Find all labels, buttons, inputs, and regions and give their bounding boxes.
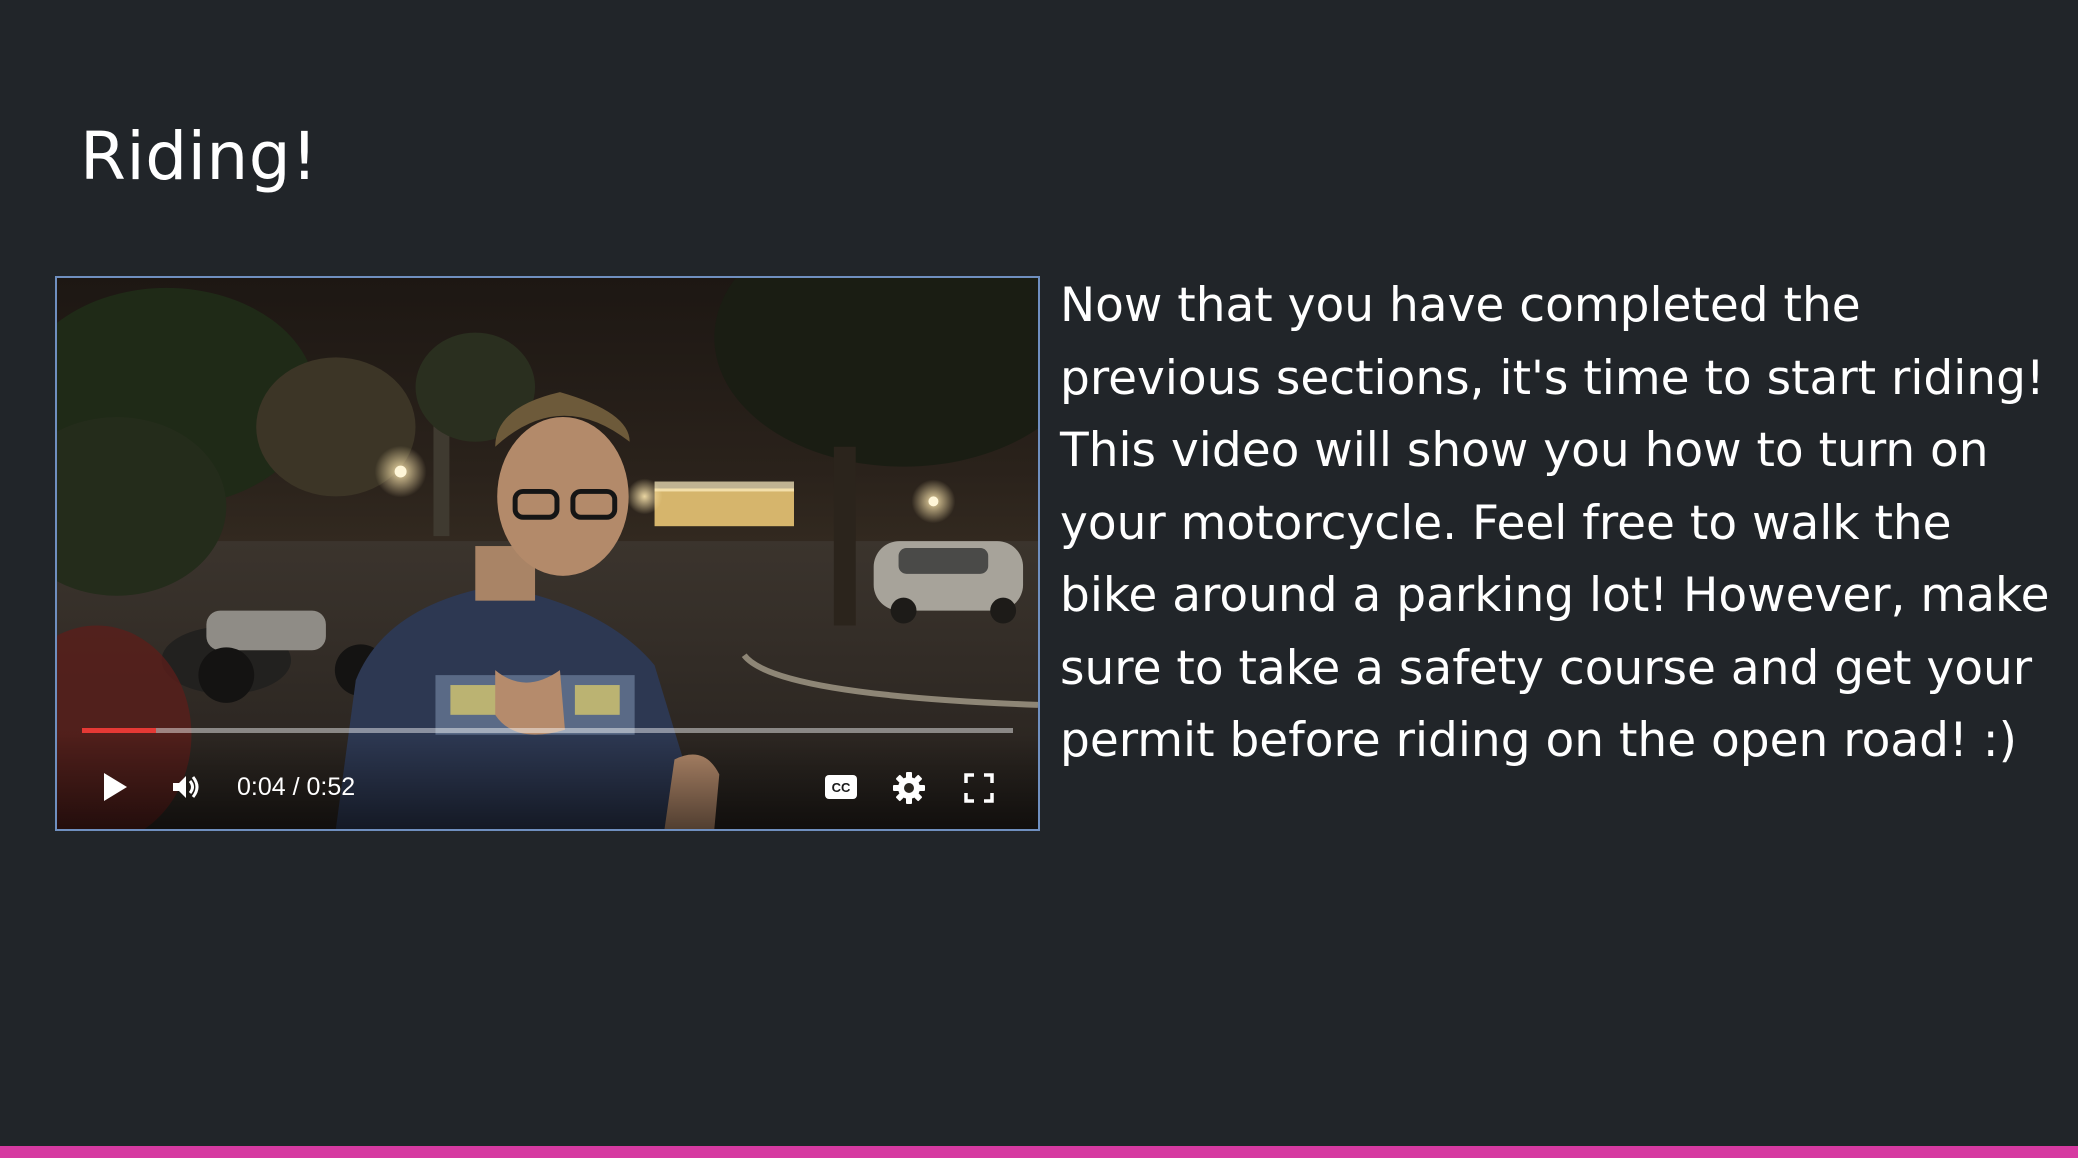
fullscreen-icon: [964, 773, 994, 803]
progress-fill: [82, 728, 157, 733]
progress-bar[interactable]: [82, 728, 1013, 733]
video-player[interactable]: 0:04 / 0:52 CC: [55, 276, 1040, 831]
settings-button[interactable]: [888, 767, 930, 809]
video-controls: 0:04 / 0:52 CC: [57, 734, 1038, 829]
slide-body-text: Now that you have completed the previous…: [1060, 278, 2050, 768]
footer-accent-bar: [0, 1146, 2078, 1158]
closed-captions-button[interactable]: CC: [819, 769, 863, 805]
time-display: 0:04 / 0:52: [237, 773, 356, 801]
closed-captions-icon: CC: [825, 775, 857, 799]
svg-text:CC: CC: [832, 780, 851, 795]
volume-icon: [173, 776, 199, 798]
fullscreen-button[interactable]: [960, 769, 998, 807]
gear-icon: [893, 772, 925, 804]
slide-title: Riding!: [80, 118, 319, 195]
play-icon: [104, 773, 127, 801]
volume-button[interactable]: [165, 767, 205, 807]
play-button[interactable]: [97, 765, 133, 809]
